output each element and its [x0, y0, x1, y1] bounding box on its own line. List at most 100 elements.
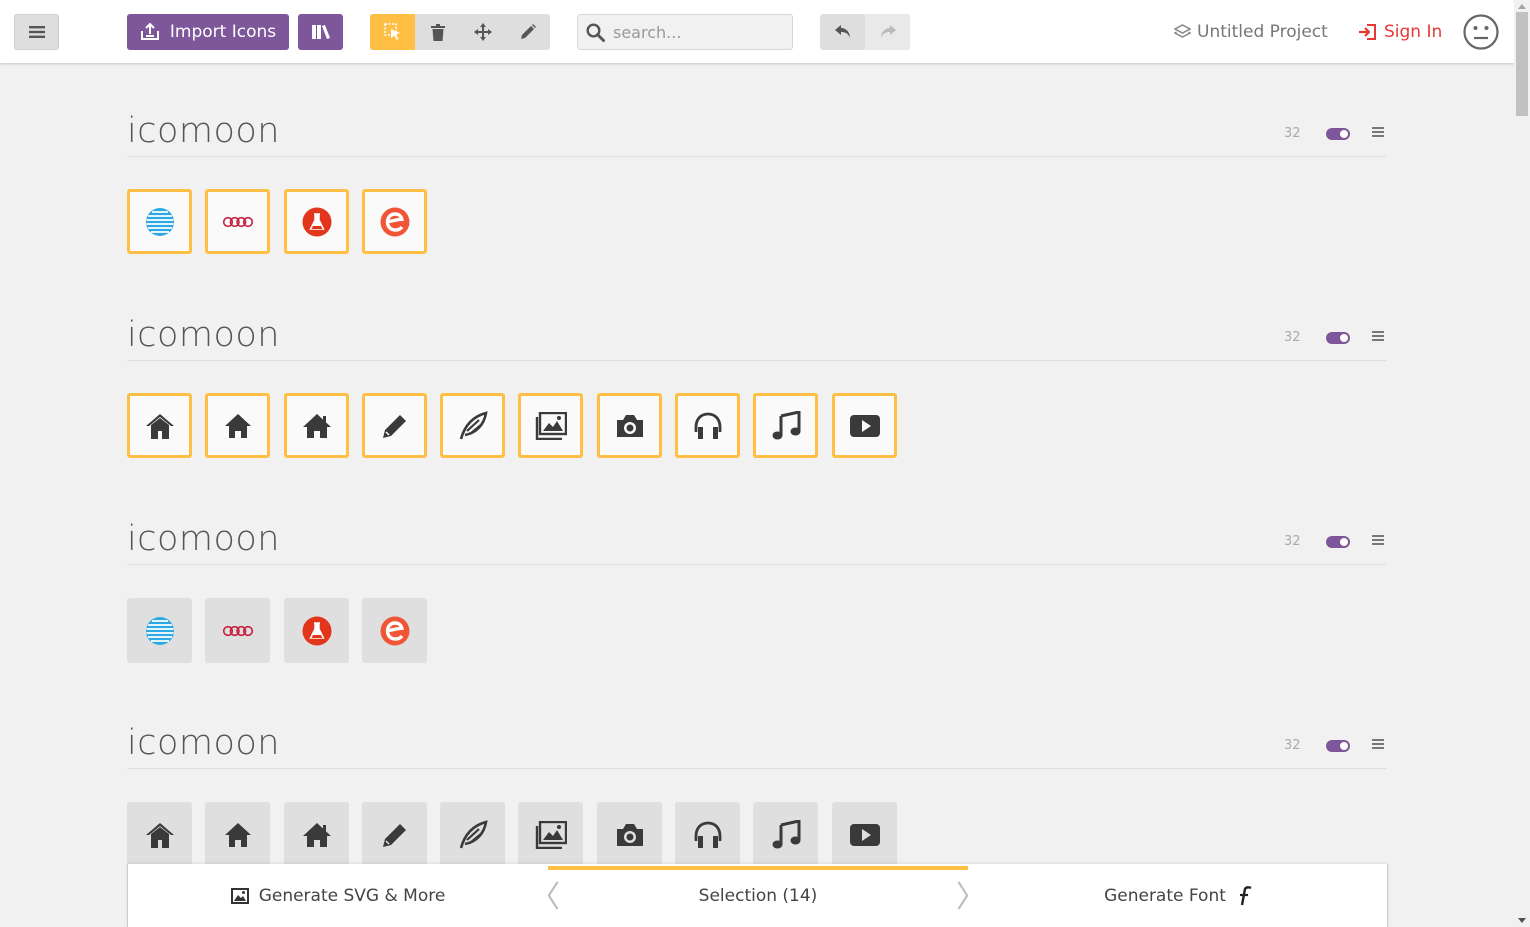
icon-tile-audi[interactable]: [205, 189, 270, 254]
trash-icon: [430, 23, 445, 41]
import-icons-button[interactable]: Import Icons: [127, 14, 289, 50]
icon-set: icomoon 32: [127, 108, 1386, 255]
set-title[interactable]: icomoon: [127, 312, 280, 358]
top-toolbar: Import Icons search... Untitled Project …: [0, 0, 1514, 63]
set-toggle[interactable]: [1326, 740, 1350, 752]
icon-tile-images[interactable]: [518, 393, 583, 458]
main-menu-button[interactable]: [14, 14, 59, 50]
icon-tile-pencil[interactable]: [362, 393, 427, 458]
icon-library-button[interactable]: [298, 14, 343, 50]
icon-tile-home[interactable]: [127, 393, 192, 458]
scroll-thumb[interactable]: [1516, 12, 1528, 116]
play-icon: [849, 823, 880, 846]
set-header: icomoon 32: [127, 516, 1386, 565]
icon-tile-audi[interactable]: [205, 598, 270, 663]
generate-svg-label: Generate SVG & More: [258, 885, 446, 906]
generate-font-button[interactable]: Generate Font: [968, 864, 1388, 927]
pencil-icon: [520, 24, 536, 39]
scroll-up-arrow-icon[interactable]: [1518, 4, 1526, 9]
icon-tile-home3[interactable]: [284, 802, 349, 867]
set-menu-icon[interactable]: [1372, 331, 1384, 341]
layers-icon: [1174, 24, 1191, 38]
page-scrollbar[interactable]: [1514, 0, 1530, 927]
set-header: icomoon 32: [127, 720, 1386, 769]
icon-tile-camera[interactable]: [597, 393, 662, 458]
set-menu-icon[interactable]: [1372, 127, 1384, 137]
home2-icon: [224, 822, 251, 847]
icon-tile-quill[interactable]: [440, 802, 505, 867]
project-name: Untitled Project: [1197, 22, 1328, 42]
set-menu-icon[interactable]: [1372, 535, 1384, 545]
generate-svg-button[interactable]: Generate SVG & More: [128, 864, 548, 927]
home3-icon: [302, 413, 331, 438]
project-selector[interactable]: Untitled Project: [1174, 20, 1328, 44]
move-arrows-icon: [473, 23, 492, 41]
bottom-action-bar: Generate SVG & More 〈 Selection (14) 〉 G…: [127, 864, 1388, 927]
set-grid-size: 32: [1284, 534, 1301, 549]
user-avatar[interactable]: [1463, 14, 1499, 54]
icon-tile-quill[interactable]: [440, 393, 505, 458]
eventbrite-icon: [380, 616, 409, 645]
att-icon: [145, 616, 174, 645]
audi-icon: [222, 216, 253, 227]
select-cursor-icon: [383, 23, 400, 40]
icon-tile-lab[interactable]: [284, 189, 349, 254]
camera-icon: [616, 414, 643, 437]
set-toggle[interactable]: [1326, 536, 1350, 548]
icon-grid: [127, 189, 1386, 255]
scroll-down-arrow-icon[interactable]: [1518, 918, 1526, 923]
icon-tile-home[interactable]: [127, 802, 192, 867]
sign-in-link[interactable]: Sign In: [1358, 20, 1442, 44]
icon-tile-music[interactable]: [753, 802, 818, 867]
icon-tile-att[interactable]: [127, 598, 192, 663]
set-title[interactable]: icomoon: [127, 516, 280, 562]
redo-button[interactable]: [865, 14, 910, 50]
pencil-icon: [382, 823, 406, 847]
icon-tile-home3[interactable]: [284, 393, 349, 458]
icon-tile-home2[interactable]: [205, 393, 270, 458]
icon-tile-eventbrite[interactable]: [362, 189, 427, 254]
selection-tab[interactable]: Selection (14): [548, 864, 968, 927]
icon-tile-images[interactable]: [518, 802, 583, 867]
move-mode-button[interactable]: [460, 14, 505, 50]
set-title[interactable]: icomoon: [127, 720, 280, 766]
lab-icon: [302, 207, 331, 236]
images-icon: [535, 820, 567, 849]
set-toggle[interactable]: [1326, 128, 1350, 140]
edit-mode-button[interactable]: [505, 14, 550, 50]
set-menu-icon[interactable]: [1372, 739, 1384, 749]
icon-set: icomoon 32: [127, 516, 1386, 664]
icon-tile-headphones[interactable]: [675, 393, 740, 458]
icon-tile-play[interactable]: [832, 393, 897, 458]
delete-mode-button[interactable]: [415, 14, 460, 50]
icon-tile-att[interactable]: [127, 189, 192, 254]
lab-icon: [302, 616, 331, 645]
quill-icon: [459, 819, 488, 848]
set-toggle[interactable]: [1326, 332, 1350, 344]
font-f-icon: [1239, 885, 1252, 905]
selection-count-label: Selection (14): [698, 885, 818, 906]
att-icon: [145, 207, 174, 236]
home3-icon: [302, 822, 331, 847]
headphones-icon: [694, 412, 721, 439]
select-mode-button[interactable]: [370, 14, 415, 50]
icon-tile-lab[interactable]: [284, 598, 349, 663]
icon-tile-music[interactable]: [753, 393, 818, 458]
set-grid-size: 32: [1284, 126, 1301, 141]
icon-tile-home2[interactable]: [205, 802, 270, 867]
icon-tile-eventbrite[interactable]: [362, 598, 427, 663]
set-title[interactable]: icomoon: [127, 108, 280, 154]
generate-font-label: Generate Font: [1104, 885, 1226, 906]
headphones-icon: [694, 821, 721, 848]
play-icon: [849, 414, 880, 437]
search-input[interactable]: [613, 22, 783, 42]
home-icon: [145, 413, 174, 439]
icon-tile-play[interactable]: [832, 802, 897, 867]
library-icon: [311, 25, 330, 39]
icon-tile-camera[interactable]: [597, 802, 662, 867]
icon-grid: [127, 802, 1386, 868]
quill-icon: [459, 410, 488, 439]
icon-tile-pencil[interactable]: [362, 802, 427, 867]
undo-button[interactable]: [820, 14, 865, 50]
icon-tile-headphones[interactable]: [675, 802, 740, 867]
